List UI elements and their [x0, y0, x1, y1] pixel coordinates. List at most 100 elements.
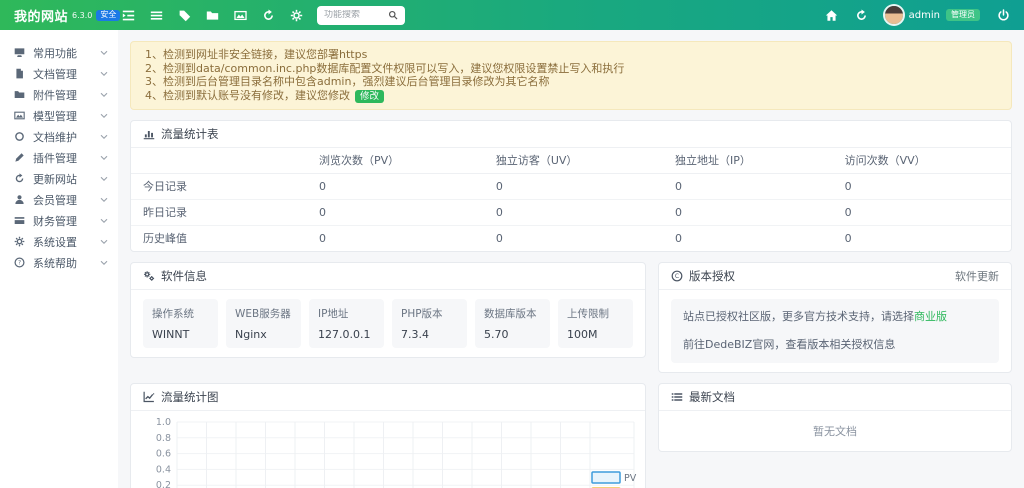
- svg-text:1.0: 1.0: [156, 417, 171, 428]
- power-icon[interactable]: [997, 9, 1010, 22]
- header-right: admin 管理员: [825, 6, 1010, 24]
- sidebar-item-7[interactable]: 更新网站: [0, 168, 118, 189]
- table-cell: 今日记录: [131, 173, 307, 199]
- chevron-down-icon: [100, 259, 108, 267]
- traffic-stats-panel: 流量统计表 浏览次数（PV）独立访客（UV）独立地址（IP）访问次数（VV） 今…: [130, 120, 1012, 252]
- circle-icon: [14, 131, 25, 142]
- chart-image-icon: [14, 110, 25, 121]
- software-info-header: 软件信息: [131, 263, 645, 290]
- sidebar-toggle-icon[interactable]: [122, 9, 135, 22]
- empty-docs-message: 暂无文档: [659, 411, 1011, 451]
- main-content: 1、检测到网址非安全链接，建议您部署https2、检测到data/common.…: [118, 30, 1024, 488]
- sidebar-item-6[interactable]: 插件管理: [0, 147, 118, 168]
- user-icon: [14, 194, 25, 205]
- chevron-down-icon: [100, 49, 108, 57]
- menu-list-icon[interactable]: [150, 9, 163, 22]
- software-info-title: 软件信息: [161, 268, 207, 284]
- table-cell: 0: [663, 225, 833, 251]
- latest-docs-panel: 最新文档 暂无文档: [658, 383, 1012, 452]
- refresh-icon[interactable]: [262, 9, 275, 22]
- chevron-down-icon: [100, 70, 108, 78]
- traffic-chart-header: 流量统计图: [131, 384, 645, 411]
- license-info: 站点已授权社区版，更多官方技术支持，请选择商业版 前往DedeBIZ官网，查看版…: [671, 299, 999, 363]
- notice-line: 4、检测到默认账号没有修改，建议您修改修改: [145, 89, 997, 103]
- fix-account-button[interactable]: 修改: [355, 90, 384, 103]
- folder-icon: [14, 89, 25, 100]
- gear-icon[interactable]: [290, 9, 303, 22]
- table-row: 昨日记录0000: [131, 199, 1011, 225]
- column-header: 访问次数（VV）: [833, 148, 1011, 174]
- commercial-version-link[interactable]: 商业版: [914, 310, 947, 323]
- copyright-icon: C: [671, 270, 683, 282]
- desktop-icon: [14, 47, 25, 58]
- site-version: 6.3.0: [72, 11, 92, 20]
- traffic-chart-title: 流量统计图: [161, 389, 219, 405]
- sidebar-item-5[interactable]: 文档维护: [0, 126, 118, 147]
- refresh-icon: [14, 173, 25, 184]
- table-cell: 0: [307, 225, 484, 251]
- sidebar-item-10[interactable]: 系统设置: [0, 231, 118, 252]
- search-icon[interactable]: [388, 10, 398, 20]
- bar-chart-icon: [143, 128, 155, 140]
- latest-docs-header: 最新文档: [659, 384, 1011, 411]
- home-icon[interactable]: [825, 9, 838, 22]
- software-info-panel: 软件信息 操作系统 WINNT WEB服务器 Nginx IP地址 127.0.…: [130, 262, 646, 358]
- column-header: 独立访客（UV）: [484, 148, 663, 174]
- license-line-1: 站点已授权社区版，更多官方技术支持，请选择商业版: [683, 308, 987, 324]
- avatar[interactable]: [885, 6, 903, 24]
- chevron-down-icon: [100, 154, 108, 162]
- table-cell: 历史峰值: [131, 225, 307, 251]
- line-chart-icon: [143, 391, 155, 403]
- chevron-down-icon: [100, 238, 108, 246]
- gear-icon: [14, 236, 25, 247]
- table-cell: 0: [484, 173, 663, 199]
- column-header: 独立地址（IP）: [663, 148, 833, 174]
- search-input[interactable]: [324, 10, 388, 20]
- sidebar-item-8[interactable]: 会员管理: [0, 189, 118, 210]
- chevron-down-icon: [100, 217, 108, 225]
- software-info-card: IP地址 127.0.0.1: [309, 299, 384, 348]
- user-menu[interactable]: admin 管理员: [885, 6, 980, 24]
- chart-image-icon[interactable]: [234, 9, 247, 22]
- table-row: 今日记录0000: [131, 173, 1011, 199]
- sidebar-item-9[interactable]: 财务管理: [0, 210, 118, 231]
- license-panel: C 版本授权 软件更新 站点已授权社区版，更多官方技术支持，请选择商业版 前往D…: [658, 262, 1012, 373]
- table-cell: 0: [484, 199, 663, 225]
- traffic-chart: 1.00.80.60.40.20-0.2-0.4-0.6-0.8PVUVIPVV: [141, 414, 637, 488]
- sidebar-item-3[interactable]: 附件管理: [0, 84, 118, 105]
- notice-line: 1、检测到网址非安全链接，建议您部署https: [145, 48, 997, 62]
- traffic-chart-panel: 流量统计图 1.00.80.60.40.20-0.2-0.4-0.6-0.8PV…: [130, 383, 646, 488]
- sidebar-item-11[interactable]: ? 系统帮助: [0, 252, 118, 273]
- folder-icon[interactable]: [206, 9, 219, 22]
- table-cell: 0: [307, 173, 484, 199]
- table-cell: 0: [307, 199, 484, 225]
- brand[interactable]: 我的网站 6.3.0 安全: [14, 6, 118, 25]
- table-cell: 昨日记录: [131, 199, 307, 225]
- sidebar-item-2[interactable]: 文档管理: [0, 63, 118, 84]
- software-update-link[interactable]: 软件更新: [955, 268, 999, 284]
- table-cell: 0: [663, 173, 833, 199]
- table-cell: 0: [663, 199, 833, 225]
- refresh-icon[interactable]: [855, 9, 868, 22]
- username: admin: [909, 10, 940, 21]
- sidebar-item-4[interactable]: 模型管理: [0, 105, 118, 126]
- software-info-cards: 操作系统 WINNT WEB服务器 Nginx IP地址 127.0.0.1 P…: [131, 290, 645, 357]
- traffic-table: 浏览次数（PV）独立访客（UV）独立地址（IP）访问次数（VV） 今日记录000…: [131, 148, 1011, 251]
- tag-icon[interactable]: [178, 9, 191, 22]
- sidebar-item-1[interactable]: 常用功能: [0, 42, 118, 63]
- svg-text:0.8: 0.8: [156, 433, 171, 444]
- license-header: C 版本授权 软件更新: [659, 263, 1011, 290]
- table-cell: 0: [833, 225, 1011, 251]
- software-info-card: 操作系统 WINNT: [143, 299, 218, 348]
- chevron-down-icon: [100, 91, 108, 99]
- chevron-down-icon: [100, 196, 108, 204]
- notice-line: 3、检测到后台管理目录名称中包含admin，强烈建议后台管理目录修改为其它名称: [145, 75, 997, 89]
- license-line-2: 前往DedeBIZ官网，查看版本相关授权信息: [683, 336, 987, 352]
- software-info-card: PHP版本 7.3.4: [392, 299, 467, 348]
- notice-line: 2、检测到data/common.inc.php数据库配置文件权限可以写入，建议…: [145, 62, 997, 76]
- toolbar: [122, 9, 303, 22]
- top-header: 我的网站 6.3.0 安全 admin 管理员: [0, 0, 1024, 30]
- table-row: 历史峰值0000: [131, 225, 1011, 251]
- table-cell: 0: [833, 199, 1011, 225]
- search-box[interactable]: [317, 6, 405, 25]
